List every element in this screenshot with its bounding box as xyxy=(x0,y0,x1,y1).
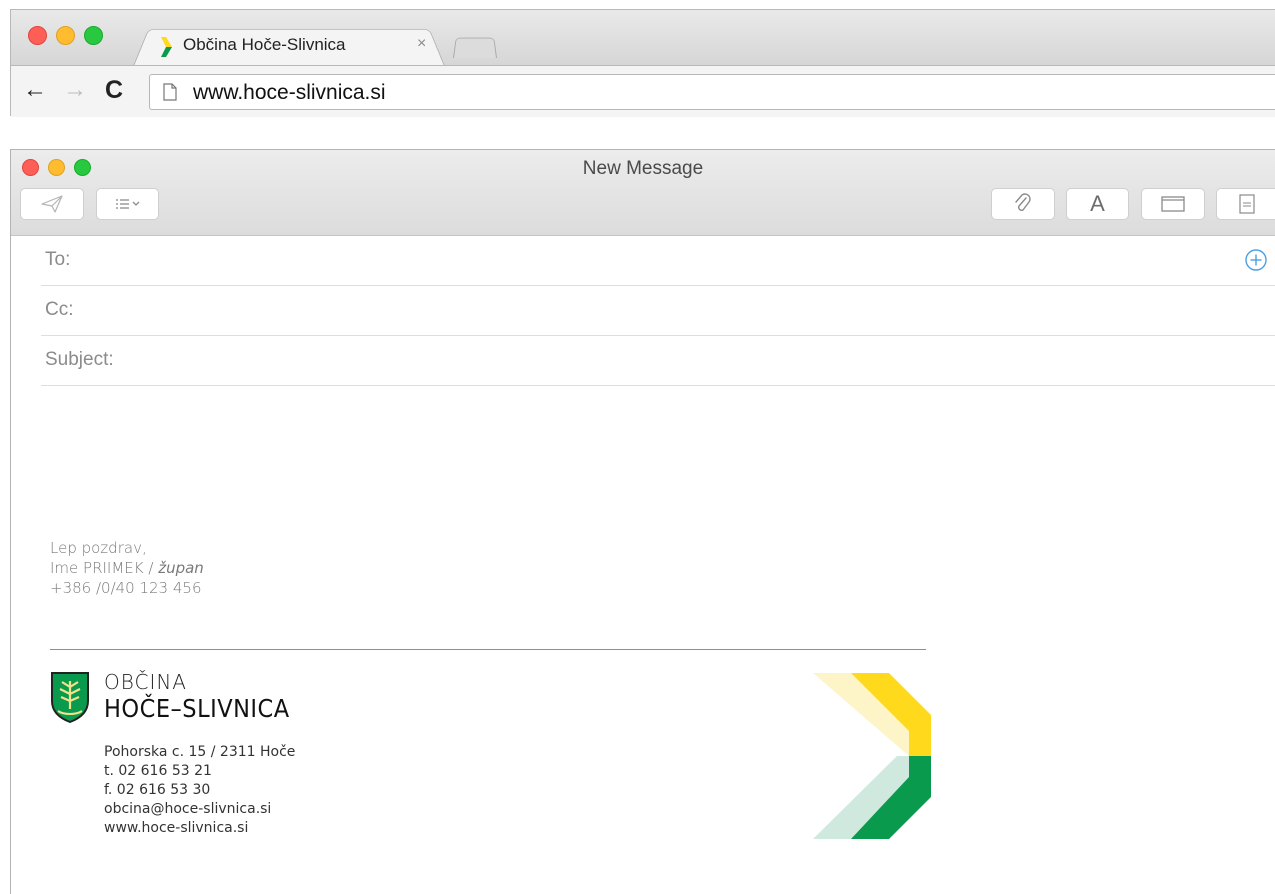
window-controls xyxy=(28,26,103,45)
list-chevron-icon xyxy=(115,199,139,209)
signature-phone: +386 /0/40 123 456 xyxy=(50,579,202,597)
browser-window: Občina Hoče-Slivnica × ← → C www.hoce-sl… xyxy=(10,9,1275,117)
mail-compose-window: New Message A To: Cc: Subject: Lep pozdr… xyxy=(10,149,1275,894)
municipality-crest-icon xyxy=(51,672,89,723)
cc-label: Cc: xyxy=(45,299,74,320)
photo-browser-button[interactable] xyxy=(1216,188,1275,220)
contact-email: obcina@hoce-slivnica.si xyxy=(104,801,272,817)
reload-icon[interactable]: C xyxy=(105,75,123,105)
browser-toolbar: ← → C www.hoce-slivnica.si xyxy=(11,65,1275,117)
tab-title: Občina Hoče-Slivnica xyxy=(183,35,346,54)
font-letter-icon: A xyxy=(1090,191,1105,216)
paperclip-icon xyxy=(1015,193,1031,211)
logo-line-1: OBČINA xyxy=(104,670,187,694)
contact-phone: t. 02 616 53 21 xyxy=(104,763,212,779)
contact-block: Pohorska c. 15 / 2311 Hoče t. 02 616 53 … xyxy=(104,743,295,838)
subject-label: Subject: xyxy=(45,349,114,370)
tab-active[interactable]: Občina Hoče-Slivnica × xyxy=(133,24,445,66)
signature-divider xyxy=(50,649,926,650)
attach-button[interactable] xyxy=(991,188,1055,220)
cc-field[interactable]: Cc: xyxy=(41,286,1275,336)
address-bar[interactable]: www.hoce-slivnica.si xyxy=(149,74,1275,110)
to-label: To: xyxy=(45,249,71,270)
brand-chevron-graphic xyxy=(813,673,931,839)
close-window-button[interactable] xyxy=(28,26,47,45)
contact-fax: f. 02 616 53 30 xyxy=(104,782,211,798)
header-fields-button[interactable] xyxy=(96,188,159,220)
signature-name-line: Ime PRIIMEK / župan xyxy=(50,558,204,578)
signature-block: Lep pozdrav, Ime PRIIMEK / župan +386 /0… xyxy=(50,538,204,598)
favicon-chevron-icon xyxy=(161,37,172,57)
to-field[interactable]: To: xyxy=(41,236,1275,286)
contact-address: Pohorska c. 15 / 2311 Hoče xyxy=(104,744,296,760)
mail-header: New Message A xyxy=(11,150,1275,236)
signature-greeting: Lep pozdrav, xyxy=(50,539,147,557)
signature-role: župan xyxy=(158,559,204,577)
minimize-window-button[interactable] xyxy=(56,26,75,45)
logo-line-2: HOČE–SLIVNICA xyxy=(104,694,290,723)
back-arrow-icon[interactable]: ← xyxy=(23,75,47,105)
window-title: New Message xyxy=(582,158,704,179)
stationery-icon xyxy=(1238,194,1255,214)
browse-attachments-button[interactable] xyxy=(1141,188,1205,220)
zoom-window-button[interactable] xyxy=(84,26,103,45)
tab-strip: Občina Hoče-Slivnica × xyxy=(11,10,1275,66)
page-icon xyxy=(163,83,177,101)
tab-close-icon[interactable]: × xyxy=(417,35,426,53)
new-tab-button[interactable] xyxy=(453,34,497,58)
add-contact-icon[interactable] xyxy=(1244,248,1268,272)
forward-arrow-icon[interactable]: → xyxy=(63,75,87,105)
contact-website: www.hoce-slivnica.si xyxy=(104,820,249,836)
window-icon xyxy=(1161,196,1185,212)
format-text-button[interactable]: A xyxy=(1066,188,1129,220)
subject-field[interactable]: Subject: xyxy=(41,336,1275,386)
paper-plane-icon xyxy=(41,195,63,213)
send-button[interactable] xyxy=(20,188,84,220)
signature-name: Ime PRIIMEK / xyxy=(50,559,159,577)
url-text: www.hoce-slivnica.si xyxy=(193,81,386,104)
